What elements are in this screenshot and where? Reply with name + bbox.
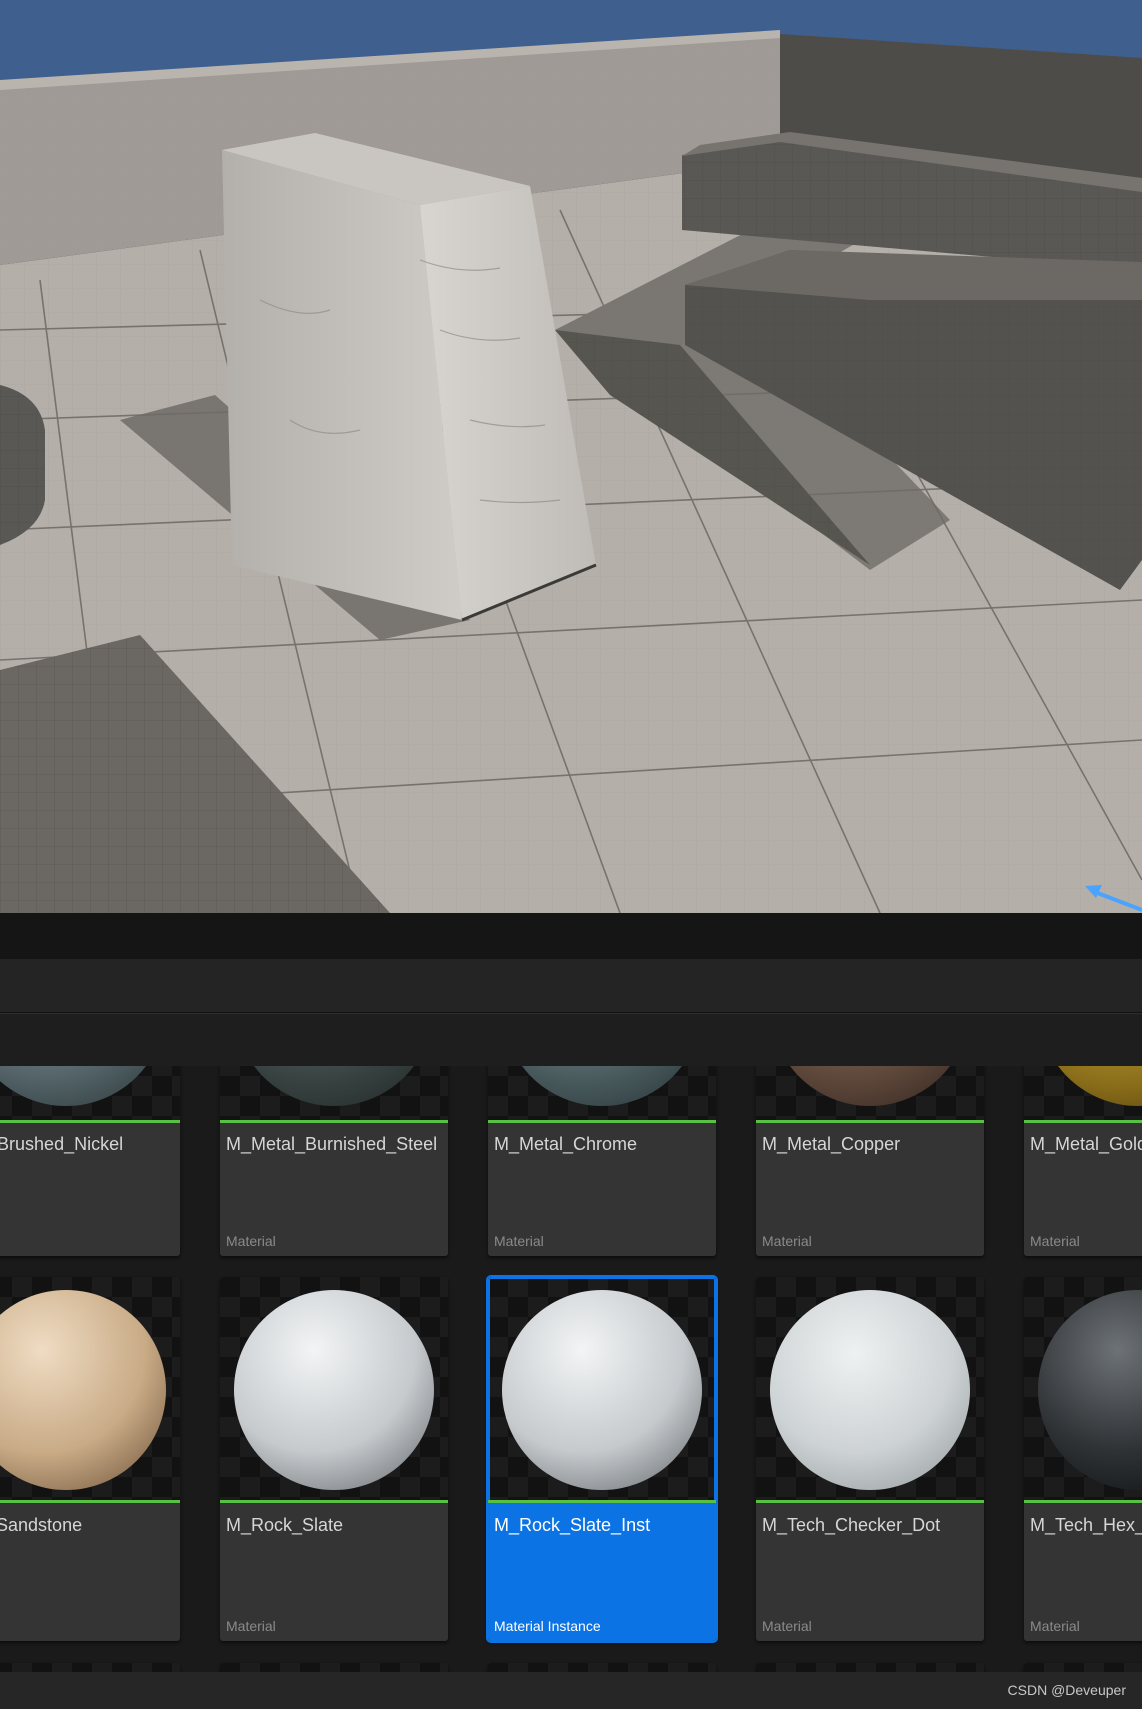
asset-name: M_Tech_Checker_Dot xyxy=(762,1515,941,1535)
asset-tile[interactable]: M_Metal_Chrome Material xyxy=(488,1066,716,1256)
material-preview-sphere xyxy=(234,1066,434,1106)
material-preview-sphere xyxy=(502,1066,702,1106)
asset-name: M_Rock_Slate_Inst xyxy=(494,1515,651,1535)
asset-tile[interactable]: M_Tech_Hex_Tile Material xyxy=(1024,1277,1142,1641)
asset-type: Material xyxy=(762,1233,812,1249)
material-preview-sphere xyxy=(0,1066,166,1106)
asset-tile[interactable] xyxy=(756,1663,984,1672)
asset-tile[interactable]: M_Metal_Gold Material xyxy=(1024,1066,1142,1256)
asset-type: Material Instance xyxy=(494,1618,601,1634)
asset-name: M_Metal_Chrome xyxy=(494,1134,638,1154)
asset-tile[interactable] xyxy=(0,1663,180,1672)
asset-tile[interactable]: ock_Sandstone al xyxy=(0,1277,180,1641)
asset-tile[interactable] xyxy=(488,1663,716,1672)
material-preview-sphere xyxy=(0,1290,166,1490)
asset-type: Material xyxy=(1030,1233,1080,1249)
material-preview-sphere xyxy=(1038,1066,1142,1106)
asset-tile[interactable]: etal_Brushed_Nickel al xyxy=(0,1066,180,1256)
asset-tile[interactable]: M_Metal_Copper Material xyxy=(756,1066,984,1256)
content-browser-tab-bar xyxy=(0,913,1142,959)
viewport-scene[interactable] xyxy=(0,0,1142,913)
asset-name: etal_Brushed_Nickel xyxy=(0,1134,124,1154)
content-browser-filter-bar xyxy=(0,1013,1142,1066)
asset-type: Material xyxy=(1030,1618,1080,1634)
asset-grid[interactable]: etal_Brushed_Nickel al M_Metal_Burnished… xyxy=(0,1066,1142,1672)
asset-tile[interactable]: M_Rock_Slate Material xyxy=(220,1277,448,1641)
asset-type: Material xyxy=(762,1618,812,1634)
asset-type: Material xyxy=(494,1233,544,1249)
status-bar: CSDN @Deveuper xyxy=(0,1672,1142,1709)
asset-name: M_Rock_Slate xyxy=(226,1515,344,1535)
asset-tile[interactable] xyxy=(220,1663,448,1672)
asset-tile[interactable] xyxy=(1024,1663,1142,1672)
asset-name: M_Metal_Gold xyxy=(1030,1134,1142,1154)
material-preview-sphere xyxy=(502,1290,702,1490)
asset-name: M_Tech_Hex_Tile xyxy=(1030,1515,1142,1535)
material-preview-sphere xyxy=(234,1290,434,1490)
watermark: CSDN @Deveuper xyxy=(1007,1682,1126,1698)
asset-name: ock_Sandstone xyxy=(0,1515,83,1535)
asset-tile-selected[interactable]: M_Rock_Slate_Inst Material Instance xyxy=(486,1275,718,1643)
asset-name: M_Metal_Burnished_Steel xyxy=(226,1134,438,1154)
asset-type: Material xyxy=(226,1618,276,1634)
content-browser-toolbar xyxy=(0,959,1142,1013)
material-preview-sphere xyxy=(770,1066,970,1106)
asset-tile[interactable]: M_Metal_Burnished_Steel Material xyxy=(220,1066,448,1256)
asset-type: Material xyxy=(226,1233,276,1249)
level-viewport[interactable] xyxy=(0,0,1142,913)
material-preview-sphere xyxy=(1038,1290,1142,1490)
material-preview-sphere xyxy=(770,1290,970,1490)
asset-tile[interactable]: M_Tech_Checker_Dot Material xyxy=(756,1277,984,1641)
asset-name: M_Metal_Copper xyxy=(762,1134,901,1154)
